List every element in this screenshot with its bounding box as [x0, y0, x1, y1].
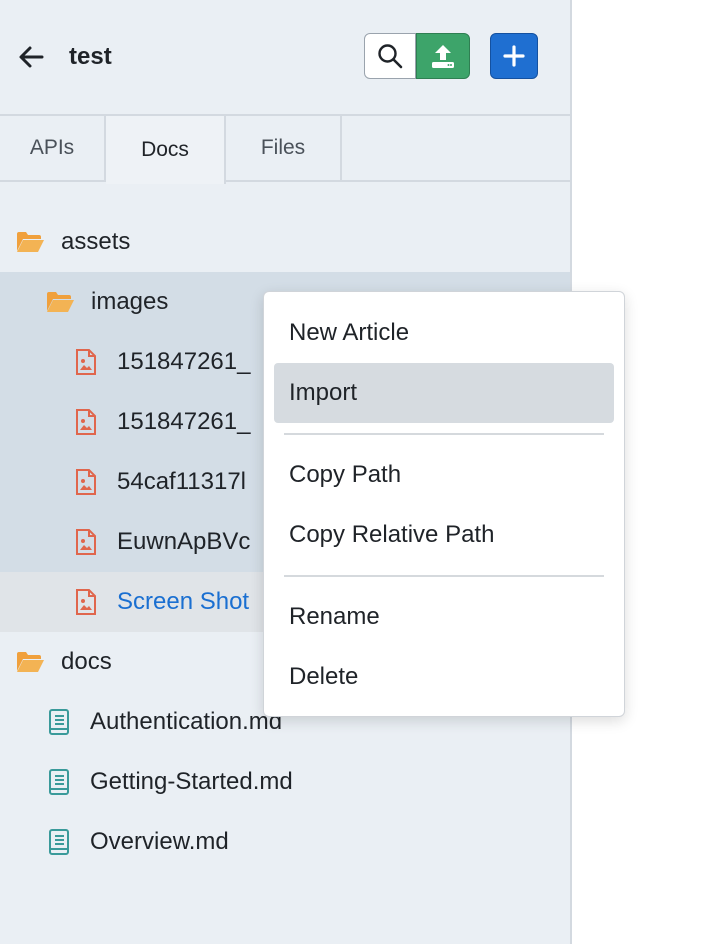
- folder-open-icon: [45, 287, 75, 317]
- folder-open-icon: [15, 227, 45, 257]
- tree-label: 151847261_: [117, 348, 251, 375]
- image-file-icon: [71, 347, 101, 377]
- search-button[interactable]: [364, 33, 416, 79]
- menu-item-new-article[interactable]: New Article: [274, 303, 614, 363]
- tree-label: EuwnApBVc: [117, 528, 251, 555]
- plus-icon: [503, 45, 525, 67]
- tree-label: 151847261_: [117, 408, 251, 435]
- arrow-left-icon: [19, 46, 44, 68]
- tree-label: docs: [61, 648, 112, 675]
- tree-label: Authentication.md: [90, 708, 283, 735]
- menu-divider: [284, 433, 604, 435]
- tree-label: images: [91, 288, 169, 315]
- upload-icon: [432, 45, 454, 68]
- folder-open-icon: [15, 647, 45, 677]
- tree-label: 54caf11317l: [117, 468, 246, 495]
- menu-item-copy-path[interactable]: Copy Path: [274, 445, 614, 505]
- menu-item-rename[interactable]: Rename: [274, 587, 614, 647]
- upload-button[interactable]: [416, 33, 470, 79]
- menu-item-delete[interactable]: Delete: [274, 647, 614, 707]
- document-icon: [44, 767, 74, 797]
- tree-label: Getting-Started.md: [90, 768, 293, 795]
- tree-label: Screen Shot: [117, 588, 250, 615]
- image-file-icon: [71, 407, 101, 437]
- tree-folder-assets[interactable]: assets: [0, 212, 570, 272]
- image-file-icon: [71, 587, 101, 617]
- document-icon: [44, 707, 74, 737]
- image-file-icon: [71, 527, 101, 557]
- menu-item-import[interactable]: Import: [274, 363, 614, 423]
- document-icon: [44, 827, 74, 857]
- tab-docs[interactable]: Docs: [106, 114, 226, 184]
- tab-bar: APIs Docs Files: [0, 114, 570, 184]
- image-file-icon: [71, 467, 101, 497]
- menu-divider: [284, 575, 604, 577]
- menu-item-copy-relative-path[interactable]: Copy Relative Path: [274, 505, 614, 565]
- context-menu: New Article Import Copy Path Copy Relati…: [263, 291, 625, 717]
- tab-apis[interactable]: APIs: [0, 114, 106, 182]
- tab-files[interactable]: Files: [226, 114, 342, 182]
- tree-label: Overview.md: [90, 828, 229, 855]
- tree-label: assets: [61, 228, 131, 255]
- project-title: test: [69, 43, 112, 70]
- tree-file-doc[interactable]: Overview.md: [0, 812, 570, 872]
- add-button[interactable]: [490, 33, 538, 79]
- tree-file-doc[interactable]: Getting-Started.md: [0, 752, 570, 812]
- header: test: [0, 0, 570, 114]
- back-button[interactable]: [14, 40, 48, 74]
- search-icon: [378, 44, 403, 69]
